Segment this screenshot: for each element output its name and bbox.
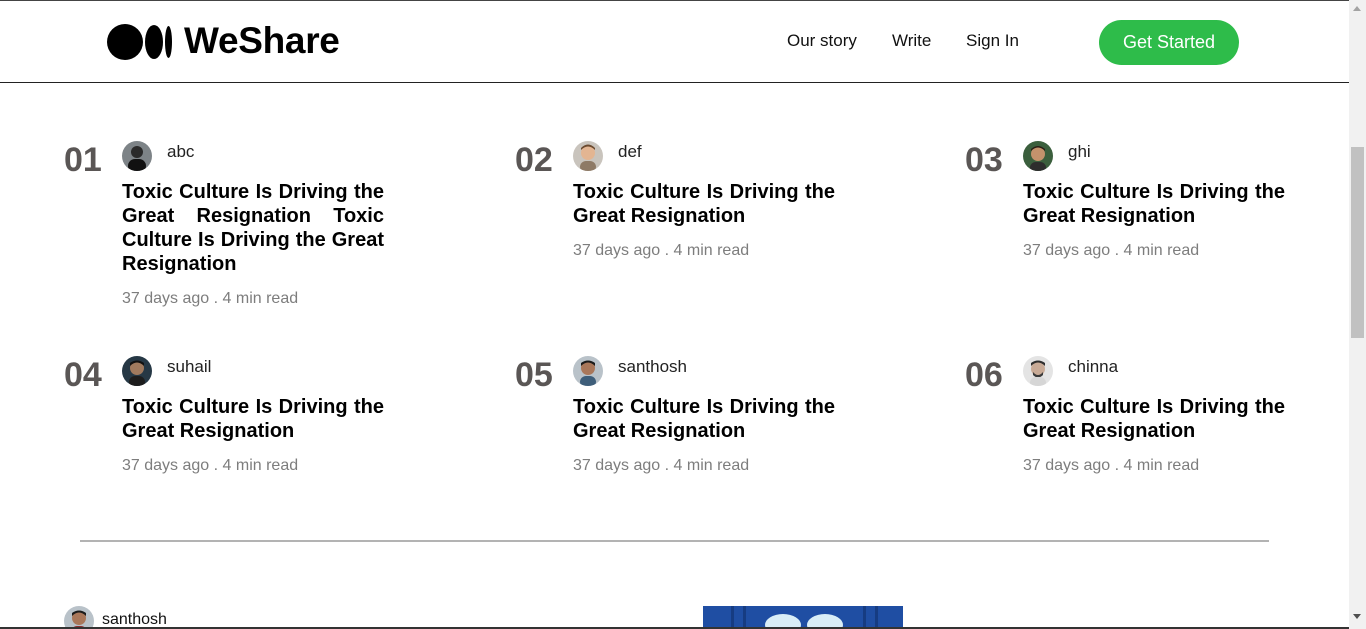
post-meta: 37 days ago . 4 min read: [1023, 242, 1200, 259]
post-title[interactable]: Toxic Culture Is Driving the Great Resig…: [573, 395, 835, 443]
author-name[interactable]: ghi: [1068, 142, 1091, 162]
author-avatar[interactable]: [122, 356, 152, 386]
trending-card[interactable]: 06 chinna Toxic Culture Is Driving the G…: [965, 356, 1295, 486]
trending-card[interactable]: 02 def Toxic Culture Is Driving the Grea…: [515, 141, 845, 271]
nav-write-link[interactable]: Write: [892, 31, 931, 51]
trending-card[interactable]: 04 suhail Toxic Culture Is Driving the G…: [64, 356, 394, 486]
trending-rank: 05: [515, 356, 553, 394]
post-meta: 37 days ago . 4 min read: [122, 457, 299, 474]
author-avatar[interactable]: [1023, 356, 1053, 386]
post-meta: 37 days ago . 4 min read: [122, 290, 299, 307]
trending-card[interactable]: 05 santhosh Toxic Culture Is Driving the…: [515, 356, 845, 486]
medium-logo-icon: [107, 22, 173, 60]
page: WeShare Our story Write Sign In Get Star…: [0, 0, 1349, 629]
author-name[interactable]: abc: [167, 142, 194, 162]
author-avatar[interactable]: [122, 141, 152, 171]
scroll-up-arrow-icon[interactable]: [1353, 6, 1361, 11]
post-meta: 37 days ago . 4 min read: [1023, 457, 1200, 474]
post-title[interactable]: Toxic Culture Is Driving the Great Resig…: [1023, 395, 1285, 443]
post-title[interactable]: Toxic Culture Is Driving the Great Resig…: [1023, 180, 1285, 228]
get-started-button[interactable]: Get Started: [1099, 20, 1239, 65]
trending-rank: 04: [64, 356, 102, 394]
post-title[interactable]: Toxic Culture Is Driving the Great Resig…: [122, 395, 384, 443]
author-avatar[interactable]: [1023, 141, 1053, 171]
top-navbar: WeShare Our story Write Sign In Get Star…: [0, 1, 1349, 83]
author-name[interactable]: suhail: [167, 357, 211, 377]
trending-rank: 02: [515, 141, 553, 179]
trending-card[interactable]: 03 ghi Toxic Culture Is Driving the Grea…: [965, 141, 1295, 271]
post-title[interactable]: Toxic Culture Is Driving the Great Resig…: [122, 180, 384, 276]
scroll-down-arrow-icon[interactable]: [1353, 614, 1361, 619]
section-divider: [80, 540, 1269, 542]
author-avatar[interactable]: [64, 606, 94, 629]
brand-name: WeShare: [184, 20, 340, 61]
author-name[interactable]: santhosh: [618, 357, 687, 377]
author-avatar[interactable]: [573, 356, 603, 386]
post-title[interactable]: Toxic Culture Is Driving the Great Resig…: [573, 180, 835, 228]
author-name[interactable]: chinna: [1068, 357, 1118, 377]
post-meta: 37 days ago . 4 min read: [573, 457, 750, 474]
post-meta: 37 days ago . 4 min read: [573, 242, 750, 259]
nav-our-story-link[interactable]: Our story: [787, 31, 857, 51]
scrollbar-thumb[interactable]: [1351, 147, 1364, 338]
trending-rank: 06: [965, 356, 1003, 394]
author-name[interactable]: def: [618, 142, 642, 162]
trending-card[interactable]: 01 abc Toxic Culture Is Driving the Grea…: [64, 141, 394, 311]
vertical-scrollbar[interactable]: [1349, 0, 1366, 629]
trending-rank: 03: [965, 141, 1003, 179]
trending-rank: 01: [64, 141, 102, 179]
author-avatar[interactable]: [573, 141, 603, 171]
brand-logo[interactable]: WeShare: [107, 20, 340, 61]
post-thumbnail[interactable]: [703, 606, 903, 629]
nav-sign-in-link[interactable]: Sign In: [966, 31, 1019, 51]
